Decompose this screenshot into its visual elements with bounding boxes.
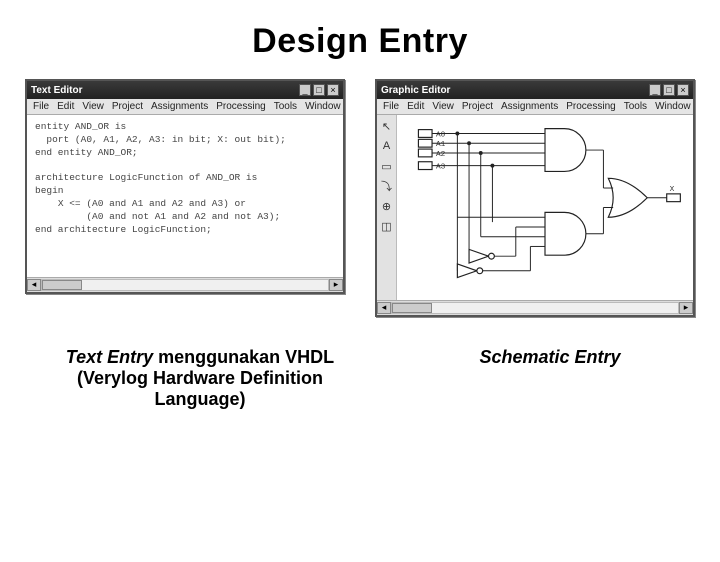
menu-tools[interactable]: Tools [274, 101, 297, 112]
scroll-track[interactable] [391, 302, 679, 314]
or-gate-icon [608, 178, 647, 217]
graphic-editor-menubar: File Edit View Project Assignments Proce… [377, 99, 693, 115]
maximize-button[interactable]: □ [663, 84, 675, 96]
menu-window[interactable]: Window [655, 101, 691, 112]
graphic-editor-body: ↖ A ▭ ⤵ ⊕ ◫ A0 A1 A2 A3 [377, 115, 693, 300]
captions-row: Text Entry menggunakan VHDL (Verylog Har… [0, 317, 720, 410]
window-controls: _ □ × [649, 84, 689, 96]
left-caption: Text Entry menggunakan VHDL (Verylog Har… [60, 347, 340, 410]
pin-a3-label: A3 [436, 164, 446, 172]
window-controls: _ □ × [299, 84, 339, 96]
block-tool-icon[interactable]: ◫ [380, 219, 394, 233]
menu-project[interactable]: Project [462, 101, 493, 112]
menu-processing[interactable]: Processing [566, 101, 615, 112]
minimize-button[interactable]: _ [649, 84, 661, 96]
close-button[interactable]: × [327, 84, 339, 96]
scroll-left-arrow[interactable]: ◂ [377, 302, 391, 314]
page-title: Design Entry [0, 22, 720, 61]
hscrollbar[interactable]: ◂ ▸ [27, 277, 343, 291]
windows-row: Text Editor _ □ × File Edit View Project… [0, 79, 720, 317]
pointer-tool-icon[interactable]: ↖ [380, 119, 394, 133]
pin-a2-label: A2 [436, 151, 446, 159]
tool-palette: ↖ A ▭ ⤵ ⊕ ◫ [377, 115, 397, 300]
menu-assignments[interactable]: Assignments [501, 101, 558, 112]
menu-view[interactable]: View [432, 101, 454, 112]
pin-a0-label: A0 [436, 131, 446, 139]
scroll-left-arrow[interactable]: ◂ [27, 279, 41, 291]
rect-tool-icon[interactable]: ▭ [380, 159, 394, 173]
menu-processing[interactable]: Processing [216, 101, 265, 112]
hscrollbar[interactable]: ◂ ▸ [377, 300, 693, 314]
scroll-track[interactable] [41, 279, 329, 291]
scroll-right-arrow[interactable]: ▸ [329, 279, 343, 291]
logic-schematic: A0 A1 A2 A3 [397, 115, 693, 300]
menu-edit[interactable]: Edit [407, 101, 424, 112]
menu-project[interactable]: Project [112, 101, 143, 112]
zoom-tool-icon[interactable]: ⊕ [380, 199, 394, 213]
schematic-canvas[interactable]: A0 A1 A2 A3 [397, 115, 693, 300]
menu-file[interactable]: File [383, 101, 399, 112]
pin-x-label: X [670, 186, 675, 194]
menu-window[interactable]: Window [305, 101, 341, 112]
text-editor-window: Text Editor _ □ × File Edit View Project… [25, 79, 345, 294]
graphic-editor-title: Graphic Editor [381, 85, 450, 96]
menu-edit[interactable]: Edit [57, 101, 74, 112]
menu-view[interactable]: View [82, 101, 104, 112]
maximize-button[interactable]: □ [313, 84, 325, 96]
menu-tools[interactable]: Tools [624, 101, 647, 112]
text-editor-body: entity AND_OR is port (A0, A1, A2, A3: i… [27, 115, 343, 277]
graphic-editor-titlebar: Graphic Editor _ □ × [377, 81, 693, 99]
scroll-thumb[interactable] [392, 303, 432, 313]
wire-tool-icon[interactable]: ⤵ [380, 179, 394, 193]
and-gate-bottom-icon [545, 212, 586, 255]
text-editor-titlebar: Text Editor _ □ × [27, 81, 343, 99]
menu-file[interactable]: File [33, 101, 49, 112]
graphic-editor-window: Graphic Editor _ □ × File Edit View Proj… [375, 79, 695, 317]
code-area[interactable]: entity AND_OR is port (A0, A1, A2, A3: i… [27, 115, 343, 240]
and-gate-top-icon [545, 129, 586, 172]
not-gate-2-icon [457, 264, 482, 278]
close-button[interactable]: × [677, 84, 689, 96]
vhdl-code: entity AND_OR is port (A0, A1, A2, A3: i… [35, 121, 335, 236]
text-editor-title: Text Editor [31, 85, 82, 96]
scroll-thumb[interactable] [42, 280, 82, 290]
not-gate-1-icon [469, 249, 494, 263]
scroll-right-arrow[interactable]: ▸ [679, 302, 693, 314]
text-tool-icon[interactable]: A [380, 139, 394, 153]
menu-assignments[interactable]: Assignments [151, 101, 208, 112]
text-editor-menubar: File Edit View Project Assignments Proce… [27, 99, 343, 115]
right-caption: Schematic Entry [440, 347, 660, 410]
pin-a1-label: A1 [436, 141, 446, 149]
left-caption-em: Text Entry [66, 347, 153, 367]
minimize-button[interactable]: _ [299, 84, 311, 96]
